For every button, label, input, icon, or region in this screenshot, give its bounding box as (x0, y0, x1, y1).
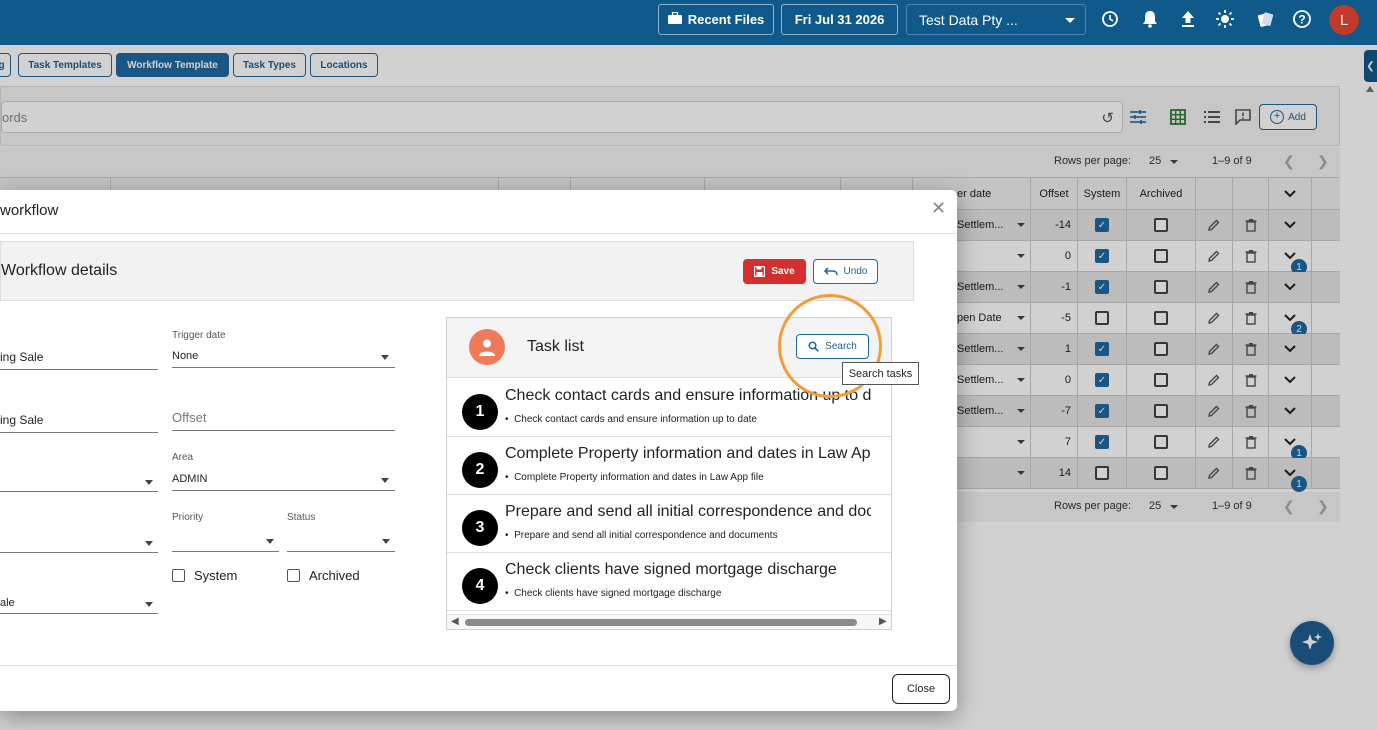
chevron-down-icon (381, 355, 389, 360)
recent-files-label: Recent Files (687, 12, 765, 27)
task-subtitle: • Prepare and send all initial correspon… (505, 530, 778, 541)
name-value: ing Sale (0, 350, 44, 364)
details-title: Workflow details (1, 262, 118, 279)
date-label: Fri Jul 31 2026 (794, 12, 885, 27)
chevron-down-icon (1065, 18, 1075, 23)
help-icon[interactable]: ? (1291, 8, 1313, 30)
workflow-dialog: workflow ✕ Workflow details Save Undo in… (0, 190, 957, 711)
task-title: Complete Property information and dates … (505, 445, 871, 462)
task-list-item[interactable]: 4 Check clients have signed mortgage disc… (447, 553, 891, 611)
undo-button[interactable]: Undo (813, 259, 878, 284)
area-select[interactable]: ADMIN (172, 469, 395, 491)
status-select[interactable] (287, 530, 395, 552)
briefcase-icon (667, 11, 682, 27)
divider (0, 665, 957, 666)
close-icon[interactable]: ✕ (931, 198, 946, 219)
task-subtitle-text: Complete Property information and dates … (514, 472, 764, 483)
top-app-bar: Recent Files Fri Jul 31 2026 Test Data P… (0, 0, 1377, 45)
system-checkbox[interactable]: System (172, 568, 237, 583)
left-select-1[interactable] (0, 470, 158, 492)
horizontal-scrollbar[interactable]: ◀ ▶ (447, 614, 891, 629)
task-subtitle: • Check contact cards and ensure informa… (505, 414, 757, 425)
description-value: ing Sale (0, 413, 44, 427)
undo-label: Undo (843, 266, 868, 277)
task-title: Prepare and send all initial corresponde… (505, 503, 871, 520)
cards-icon[interactable] (1254, 8, 1276, 30)
undo-icon (823, 266, 838, 275)
trigger-date-select[interactable]: None (172, 346, 395, 368)
area-label: Area (172, 452, 194, 463)
save-button[interactable]: Save (743, 259, 806, 284)
dialog-title: workflow (0, 202, 59, 219)
upload-icon[interactable] (1177, 8, 1199, 30)
trigger-date-value: None (172, 350, 199, 362)
left-select-2[interactable] (0, 531, 158, 553)
task-title: Check clients have signed mortgage disch… (505, 561, 837, 578)
details-header: Workflow details Save Undo (0, 241, 914, 301)
priority-label: Priority (172, 512, 204, 523)
recent-files-button[interactable]: Recent Files (658, 4, 774, 35)
task-number: 1 (462, 394, 498, 430)
task-number: 3 (462, 510, 498, 546)
chevron-down-icon (145, 602, 153, 607)
bell-icon[interactable] (1139, 8, 1161, 30)
system-checkbox-label: System (194, 568, 238, 583)
left-select-3[interactable]: ale (0, 592, 158, 614)
person-avatar-icon (469, 329, 505, 365)
archived-checkbox-label: Archived (309, 568, 360, 583)
left-select-3-value: ale (0, 597, 15, 609)
task-list-title: Task list (527, 338, 584, 355)
archived-checkbox[interactable]: Archived (287, 568, 360, 583)
svg-text:?: ? (1298, 13, 1305, 27)
company-label: Test Data Pty ... (919, 11, 1018, 28)
status-label: Status (287, 512, 316, 523)
task-number: 2 (462, 452, 498, 488)
bullet-icon: • (505, 530, 515, 541)
task-subtitle-text: Prepare and send all initial corresponde… (514, 530, 778, 541)
chevron-down-icon (145, 541, 153, 546)
priority-select[interactable] (172, 530, 279, 552)
bullet-icon: • (505, 588, 515, 599)
offset-field[interactable]: Offset (172, 404, 395, 431)
user-avatar[interactable]: L (1329, 5, 1359, 35)
scroll-right-arrow-icon[interactable]: ▶ (879, 616, 887, 627)
date-button[interactable]: Fri Jul 31 2026 (781, 4, 898, 35)
search-tasks-tooltip: Search tasks (842, 362, 919, 385)
task-subtitle: • Complete Property information and date… (505, 472, 764, 483)
bullet-icon: • (505, 414, 515, 425)
save-label: Save (771, 266, 795, 277)
bullet-icon: • (505, 472, 515, 483)
company-select[interactable]: Test Data Pty ... (906, 4, 1086, 35)
chevron-down-icon (382, 539, 390, 544)
task-list-item[interactable]: 2 Complete Property information and dates… (447, 437, 891, 495)
chevron-down-icon (145, 480, 153, 485)
checkbox-box[interactable] (287, 569, 300, 582)
task-number: 4 (462, 568, 498, 604)
description-field[interactable]: ing Sale (0, 405, 158, 433)
close-button[interactable]: Close (892, 674, 950, 704)
checkbox-box[interactable] (172, 569, 185, 582)
divider (0, 233, 957, 234)
area-value: ADMIN (172, 473, 208, 485)
offset-placeholder: Offset (172, 410, 207, 425)
trigger-date-label: Trigger date (172, 330, 226, 341)
history-icon[interactable] (1099, 8, 1121, 30)
task-subtitle-text: Check contact cards and ensure informati… (514, 414, 757, 425)
task-list-item[interactable]: 3 Prepare and send all initial correspond… (447, 495, 891, 553)
task-subtitle-text: Check clients have signed mortgage disch… (514, 588, 722, 599)
scroll-left-arrow-icon[interactable]: ◀ (451, 616, 459, 627)
chevron-down-icon (381, 478, 389, 483)
scrollbar-thumb[interactable] (465, 619, 857, 626)
chevron-down-icon (266, 539, 274, 544)
task-subtitle: • Check clients have signed mortgage dis… (505, 588, 721, 599)
brightness-icon[interactable] (1214, 8, 1236, 30)
name-field[interactable]: ing Sale (0, 342, 158, 370)
save-icon (754, 266, 766, 277)
